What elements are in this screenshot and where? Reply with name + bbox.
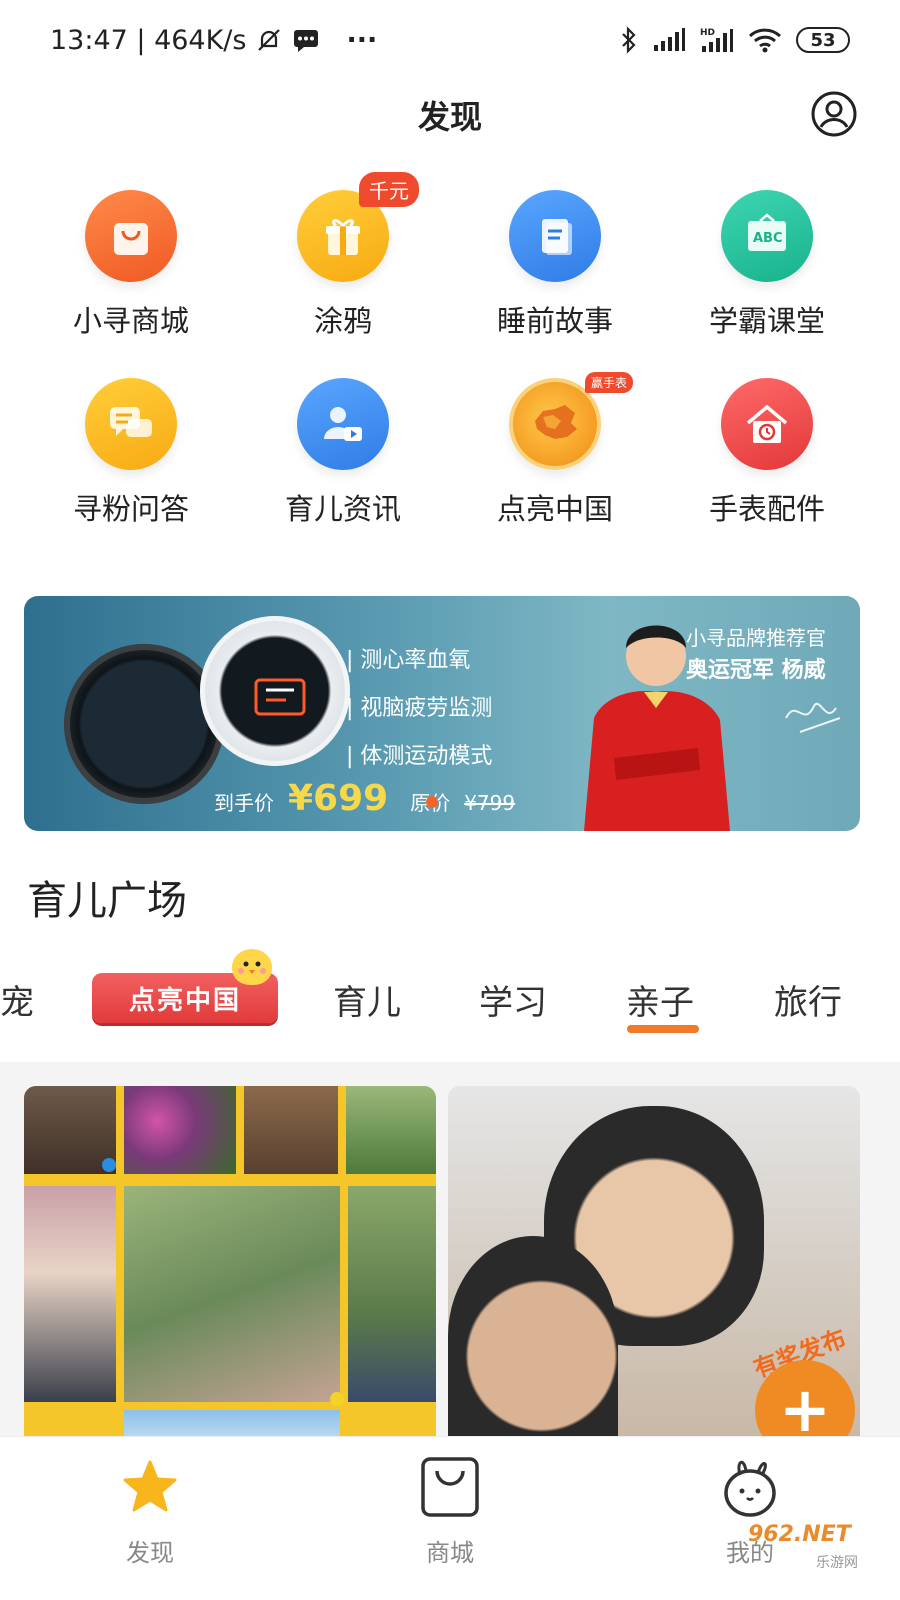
profile-icon[interactable] [810,90,858,138]
mute-bell-icon [256,27,282,53]
grid-item-parenting-news[interactable]: 育儿资讯 [237,378,449,528]
active-tab-indicator [627,1025,699,1033]
grid-item-mall[interactable]: 小寻商城 [25,190,237,340]
signature-image [780,688,850,742]
banner-feature: | 体测运动模式 [346,744,493,769]
status-bar: 13:47 | 464K/s ··· HD 53 [0,0,900,80]
badge-label: 千元 [359,172,419,207]
abc-board-icon: ABC [721,190,813,282]
signal-icon [652,27,686,53]
chick-mascot-icon [232,949,272,985]
chat-bubbles-icon [85,378,177,470]
grid-item-label: 育儿资讯 [284,492,401,526]
nav-label: 发现 [126,1539,174,1567]
person-video-icon [297,378,389,470]
section-title: 育儿广场 [27,878,187,924]
original-price-value: ¥799 [464,791,516,815]
battery-indicator: 53 [796,27,850,53]
grid-item-light-china[interactable]: 赢手表 点亮中国 [449,372,661,528]
plus-glyph: + [779,1373,831,1446]
svg-text:ABC: ABC [753,231,783,246]
banner-feature: | 测心率血氧 [346,648,471,673]
nav-mall[interactable]: 商城 [300,1437,600,1600]
grid-item-doodle[interactable]: 千元 涂鸦 [237,172,449,340]
bag-icon [418,1455,482,1519]
tab-parenting[interactable]: 育儿 [333,975,401,1024]
photo-tile [124,1086,236,1174]
grid-item-label: 学霸课堂 [708,304,825,338]
tab-light-china-label: 点亮中国 [128,985,241,1016]
hd-signal-icon: HD [700,26,734,54]
more-notifications-icon: ··· [346,24,378,56]
book-icon [509,190,601,282]
grid-item-qa[interactable]: 寻粉问答 [25,378,237,528]
nav-discover[interactable]: 发现 [0,1437,300,1600]
grid-item-bedtime-stories[interactable]: 睡前故事 [449,190,661,340]
category-tabs: 萌宠 点亮中国 育儿 学习 亲子 旅行 [0,945,900,1045]
feed-card[interactable] [24,1086,436,1436]
watch-image-black [64,644,224,804]
tab-travel[interactable]: 旅行 [774,975,842,1024]
bottom-nav: 发现 商城 我的 [0,1436,900,1600]
svg-text:HD: HD [700,28,715,38]
tab-pets[interactable]: 萌宠 [0,975,34,1024]
endorser-title: 小寻品牌推荐官 [686,626,826,650]
grid-item-label: 涂鸦 [313,304,372,338]
promo-banner[interactable]: | 测心率血氧 | 视脑疲劳监测 | 体测运动模式 到手价 ¥699 原价 ¥7… [24,596,860,831]
shopping-bag-icon [85,190,177,282]
watermark-logo: 962.NET [748,1522,851,1547]
collage-dot [102,1158,116,1172]
tab-study[interactable]: 学习 [479,975,547,1024]
grid-item-label: 寻粉问答 [72,492,189,526]
photo-tile [346,1086,436,1174]
nav-me[interactable]: 我的 [600,1437,900,1600]
tab-parent-child[interactable]: 亲子 [626,975,694,1024]
carousel-dot [426,796,438,808]
watermark-text: 乐游网 [816,1555,858,1571]
endorser-name: 奥运冠军 杨威 [686,658,826,683]
banner-features: | 测心率血氧 | 视脑疲劳监测 | 体测运动模式 [346,642,492,770]
status-time: 13:47 | 464K/s [50,24,247,56]
feature-grid: 小寻商城 千元 涂鸦 睡前故事 ABC 学霸课堂 寻粉问答 育儿资讯 赢手表 点… [25,172,875,528]
wifi-icon [748,27,782,53]
photo-tile [348,1186,436,1402]
header: 发现 [0,80,900,150]
house-watch-icon [721,378,813,470]
photo-tile [24,1186,116,1402]
grid-item-label: 手表配件 [708,492,825,526]
photo-tile [124,1186,340,1402]
bunny-icon [718,1455,782,1519]
photo-tile [124,1410,340,1436]
person-photo [448,1236,618,1436]
watch-screen-time [250,674,310,728]
price-label: 到手价 [214,791,274,815]
banner-feature: | 视脑疲劳监测 [346,696,493,721]
collage-dot [330,1392,344,1406]
message-icon [292,27,320,53]
grid-item-classroom[interactable]: ABC 学霸课堂 [661,190,873,340]
star-icon [118,1455,182,1519]
grid-item-label: 点亮中国 [496,492,613,526]
badge-label: 赢手表 [585,372,634,393]
price-row: 到手价 ¥699 原价 ¥799 [214,778,515,819]
publish-reward-button[interactable]: 有奖发布 + [750,1324,865,1460]
photo-tile [244,1086,338,1174]
bluetooth-icon [620,26,638,54]
nav-label: 商城 [426,1539,474,1567]
grid-item-accessories[interactable]: 手表配件 [661,378,873,528]
page-title: 发现 [417,98,482,136]
price-value: ¥699 [288,778,389,819]
grid-item-label: 小寻商城 [72,304,189,338]
grid-item-label: 睡前故事 [496,304,613,338]
